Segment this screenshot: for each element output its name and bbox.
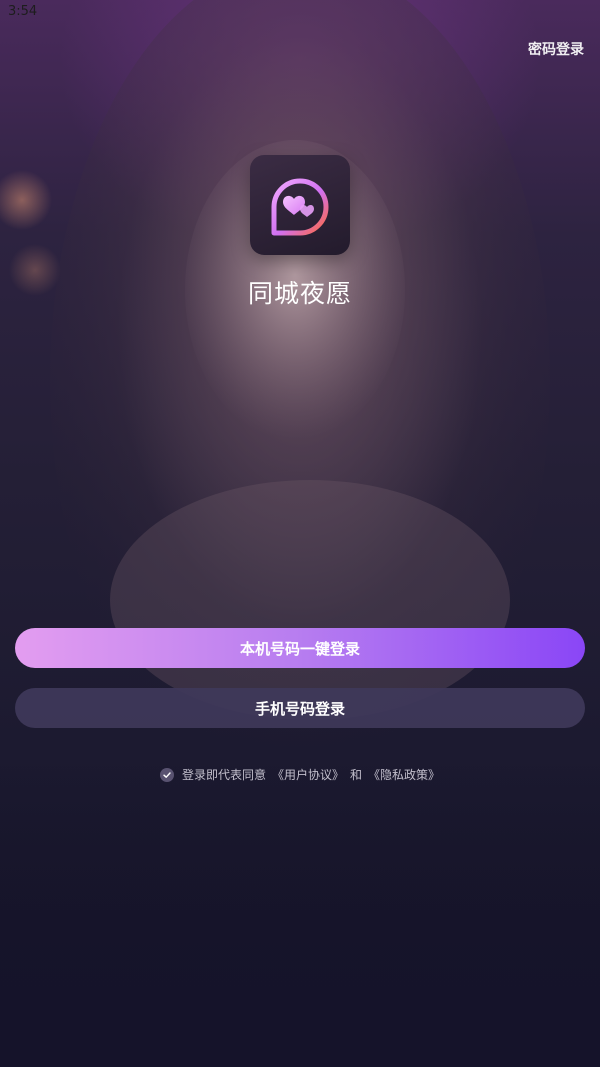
phone-login-button[interactable]: 手机号码登录 (15, 688, 585, 728)
agreement-checkbox[interactable] (159, 767, 174, 782)
privacy-policy-link[interactable]: 《隐私政策》 (368, 766, 440, 783)
app-logo (250, 155, 350, 255)
login-screen: 3:54 密码登录 同城夜愿 本机号码一键登录 手机号码登录 登录即代表同意 《… (0, 0, 600, 1067)
chat-heart-icon (271, 178, 329, 236)
agreement-row: 登录即代表同意 《用户协议》 和 《隐私政策》 (0, 766, 600, 783)
agreement-and: 和 (350, 768, 363, 782)
status-bar-time: 3:54 (8, 4, 38, 19)
user-agreement-link[interactable]: 《用户协议》 (272, 766, 344, 783)
checkmark-icon (163, 771, 171, 778)
password-login-link[interactable]: 密码登录 (528, 39, 584, 59)
app-name: 同城夜愿 (247, 279, 352, 308)
one-click-login-button[interactable]: 本机号码一键登录 (15, 628, 585, 668)
agreement-prefix: 登录即代表同意 (181, 768, 266, 782)
